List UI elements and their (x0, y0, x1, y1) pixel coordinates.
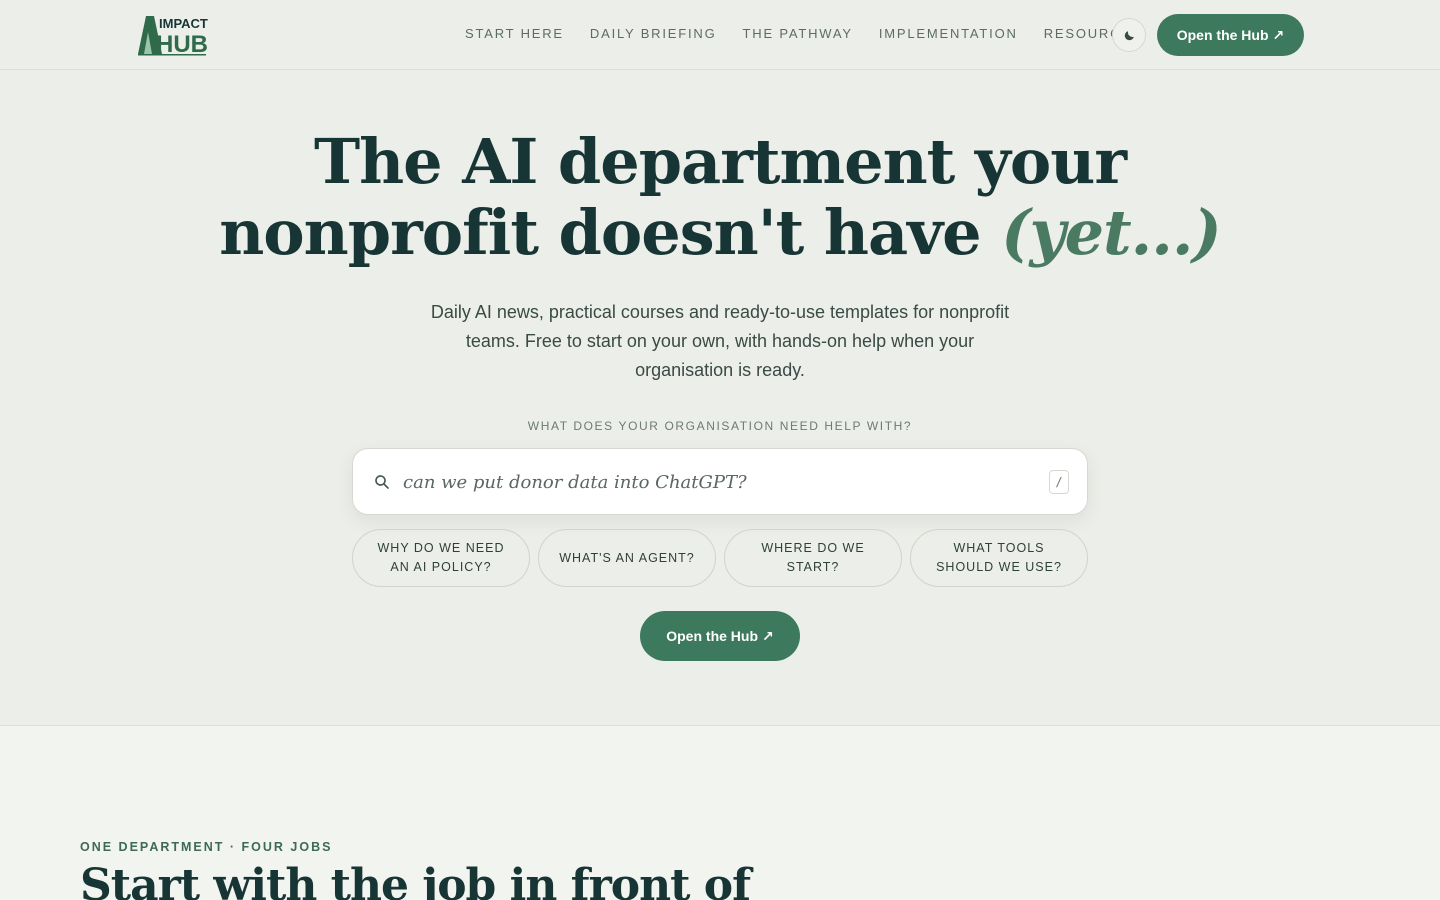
logo-text-hub: HUB (156, 31, 208, 56)
hero-title-line1: The AI department your (313, 125, 1127, 198)
search-prompt-label: WHAT DOES YOUR ORGANISATION NEED HELP WI… (527, 419, 913, 433)
nav-implementation[interactable]: IMPLEMENTATION (879, 26, 1018, 41)
hero-open-hub-button[interactable]: Open the Hub ↗ (640, 611, 800, 661)
hero-title-line2: nonprofit doesn't have (219, 196, 981, 269)
search-input[interactable] (403, 465, 1023, 499)
site-header: IMPACT HUB START HERE DAILY BRIEFING THE… (0, 0, 1440, 70)
section-eyebrow: ONE DEPARTMENT · FOUR JOBS (80, 840, 333, 854)
header-cta-label: Open the Hub (1176, 27, 1269, 43)
jobs-section: ONE DEPARTMENT · FOUR JOBS Start with th… (0, 725, 1440, 900)
nav-the-pathway[interactable]: THE PATHWAY (743, 26, 853, 41)
chip-where-to-start[interactable]: WHERE DO WE START? (724, 529, 902, 587)
hero-title: The AI department your nonprofit doesn't… (0, 126, 1440, 268)
hero-cta-label: Open the Hub (666, 628, 759, 644)
keyboard-shortcut-hint: / (1049, 470, 1069, 494)
chip-what-is-agent[interactable]: WHAT'S AN AGENT? (538, 529, 716, 587)
main-nav: START HERE DAILY BRIEFING THE PATHWAY IM… (465, 26, 1168, 41)
moon-icon (1124, 30, 1134, 40)
hero-title-accent: (yet...) (1001, 196, 1222, 269)
nav-daily-briefing[interactable]: DAILY BRIEFING (590, 26, 717, 41)
nav-start-here[interactable]: START HERE (465, 26, 564, 41)
suggestion-chips: WHY DO WE NEED AN AI POLICY? WHAT'S AN A… (352, 529, 1088, 587)
arrow-up-right-icon: ↗ (1272, 26, 1285, 43)
chip-what-tools[interactable]: WHAT TOOLS SHOULD WE USE? (910, 529, 1088, 587)
theme-toggle-button[interactable] (1112, 18, 1146, 52)
search-icon (375, 475, 389, 489)
chip-ai-policy[interactable]: WHY DO WE NEED AN AI POLICY? (352, 529, 530, 587)
section-title: Start with the job in front of (80, 860, 751, 900)
logo-text-impact: IMPACT (159, 16, 208, 31)
search-box: / (352, 448, 1088, 515)
header-open-hub-button[interactable]: Open the Hub ↗ (1157, 14, 1304, 56)
impact-hub-logo[interactable]: IMPACT HUB (136, 14, 208, 58)
arrow-up-right-icon: ↗ (762, 627, 774, 644)
hero-subtitle: Daily AI news, practical courses and rea… (430, 302, 1010, 380)
